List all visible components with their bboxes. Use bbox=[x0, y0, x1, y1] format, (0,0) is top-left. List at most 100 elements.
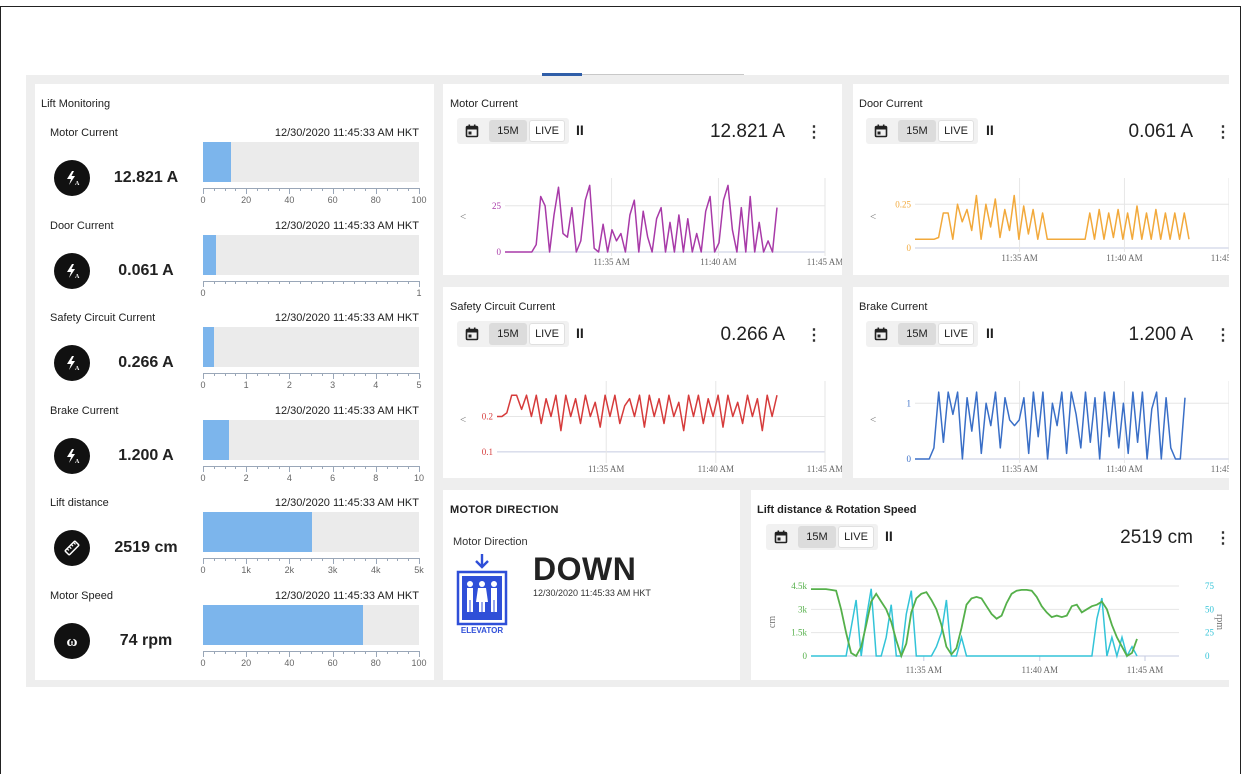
pause-button[interactable]: II bbox=[576, 122, 584, 138]
calendar-icon[interactable] bbox=[457, 323, 487, 345]
minor-tick bbox=[235, 465, 237, 469]
pause-button[interactable]: II bbox=[986, 122, 994, 138]
major-tick bbox=[419, 373, 420, 380]
y-tick-label: 0.2 bbox=[482, 411, 493, 421]
gauge-scale: 0 20 40 60 80 100 bbox=[200, 188, 427, 206]
pause-button[interactable]: II bbox=[885, 528, 893, 544]
x-tick-label: 11:45 AM bbox=[1211, 464, 1229, 473]
scale-tick-label: 3k bbox=[327, 565, 338, 576]
minor-tick bbox=[300, 280, 302, 284]
scale-tick-label: 8 bbox=[373, 472, 379, 483]
more-menu-icon[interactable]: ⋮ bbox=[806, 328, 822, 344]
gauge-timestamp: 12/30/2020 11:45:33 AM HKT bbox=[274, 404, 419, 417]
calendar-icon[interactable] bbox=[866, 120, 896, 142]
major-tick bbox=[246, 558, 248, 565]
live-button[interactable]: LIVE bbox=[529, 323, 565, 345]
scale-tick-label: 0 bbox=[200, 658, 206, 668]
series-line bbox=[497, 394, 778, 432]
motor-direction-card: MOTOR DIRECTION Motor Direction ELEVATOR… bbox=[443, 490, 740, 680]
gauge-track bbox=[203, 327, 419, 368]
ruler-icon bbox=[54, 530, 90, 567]
calendar-icon[interactable] bbox=[457, 120, 487, 142]
omega-icon: ω bbox=[54, 623, 90, 659]
more-menu-icon[interactable]: ⋮ bbox=[806, 125, 822, 141]
x-tick-label: 11:40 AM bbox=[1022, 665, 1058, 675]
pause-button[interactable]: II bbox=[986, 325, 994, 341]
gauge-label: Motor Speed bbox=[50, 590, 113, 602]
tab-strip-line bbox=[582, 74, 744, 75]
collapse-axis-icon[interactable]: < bbox=[870, 414, 876, 426]
calendar-icon[interactable] bbox=[766, 526, 796, 548]
x-tick-label: 11:35 AM bbox=[1001, 464, 1037, 473]
scale-tick-label: 60 bbox=[327, 195, 338, 205]
card-title: Lift Monitoring bbox=[41, 98, 111, 110]
y-tick-label: 0 bbox=[497, 247, 502, 257]
live-button[interactable]: LIVE bbox=[529, 120, 565, 142]
major-tick bbox=[375, 188, 377, 194]
minor-tick bbox=[267, 465, 269, 469]
minor-tick bbox=[213, 651, 215, 654]
minor-tick bbox=[235, 280, 237, 284]
scale-tick-label: 40 bbox=[284, 195, 295, 205]
pause-button[interactable]: II bbox=[576, 325, 584, 341]
major-tick bbox=[289, 373, 291, 380]
major-tick bbox=[289, 188, 291, 194]
range-15m-button[interactable]: 15M bbox=[489, 323, 527, 345]
minor-tick bbox=[267, 558, 269, 562]
range-15m-button[interactable]: 15M bbox=[489, 120, 527, 142]
minor-tick bbox=[354, 465, 356, 469]
y-tick-label: 4.5k bbox=[791, 581, 807, 591]
series-line bbox=[915, 391, 1186, 460]
minor-tick bbox=[213, 188, 215, 191]
chart-toolbar: 15M LIVE bbox=[766, 524, 878, 550]
range-15m-button[interactable]: 15M bbox=[898, 323, 936, 345]
range-15m-button[interactable]: 15M bbox=[798, 526, 836, 548]
minor-tick bbox=[332, 280, 334, 284]
collapse-axis-icon[interactable]: < bbox=[460, 211, 466, 223]
minor-tick bbox=[343, 465, 345, 469]
x-tick-label: 11:35 AM bbox=[593, 257, 629, 267]
gauge-label: Brake Current bbox=[50, 404, 119, 417]
gauge-label: Motor Current bbox=[50, 127, 118, 139]
lift-distance-rotation-card: Lift distance & Rotation Speed 15M LIVE … bbox=[751, 490, 1231, 680]
minor-tick bbox=[408, 558, 410, 562]
gauge-track bbox=[203, 419, 419, 460]
scale-tick-label: 4 bbox=[286, 472, 292, 483]
gauge-scale: 01 bbox=[200, 280, 422, 299]
minor-tick bbox=[267, 188, 269, 191]
gauge-label: Safety Circuit Current bbox=[50, 312, 156, 325]
minor-tick bbox=[321, 651, 323, 654]
major-tick bbox=[332, 188, 334, 194]
y-tick-label: 0 bbox=[907, 243, 912, 253]
minor-tick bbox=[365, 558, 366, 562]
lightning-icon: A bbox=[54, 345, 90, 382]
minor-tick bbox=[224, 651, 226, 654]
gauge-track bbox=[203, 512, 419, 553]
current-value: 1.200 A bbox=[1128, 324, 1193, 345]
major-tick bbox=[203, 188, 204, 194]
minor-tick bbox=[397, 558, 399, 562]
collapse-axis-icon[interactable]: < bbox=[870, 211, 876, 223]
lift-monitoring-card: Lift Monitoring Motor Current 12/30/2020 … bbox=[35, 84, 434, 680]
major-tick bbox=[246, 465, 248, 472]
minor-tick bbox=[386, 651, 388, 654]
live-button[interactable]: LIVE bbox=[838, 526, 874, 548]
collapse-axis-icon[interactable]: < bbox=[460, 414, 466, 426]
range-15m-button[interactable]: 15M bbox=[898, 120, 936, 142]
major-tick bbox=[246, 651, 248, 657]
more-menu-icon[interactable]: ⋮ bbox=[1215, 531, 1231, 547]
live-button[interactable]: LIVE bbox=[938, 323, 974, 345]
minor-tick bbox=[408, 280, 410, 284]
minor-tick bbox=[213, 465, 215, 469]
minor-tick bbox=[289, 280, 291, 284]
chart-toolbar: 15M LIVE bbox=[457, 118, 569, 144]
minor-tick bbox=[278, 373, 280, 377]
live-button[interactable]: LIVE bbox=[938, 120, 974, 142]
more-menu-icon[interactable]: ⋮ bbox=[1215, 125, 1231, 141]
calendar-icon[interactable] bbox=[866, 323, 896, 345]
more-menu-icon[interactable]: ⋮ bbox=[1215, 328, 1231, 344]
scale-tick-label: 4k bbox=[371, 565, 381, 576]
minor-tick bbox=[321, 373, 323, 377]
scale-tick-label: 4 bbox=[373, 380, 379, 391]
minor-tick bbox=[397, 651, 399, 654]
